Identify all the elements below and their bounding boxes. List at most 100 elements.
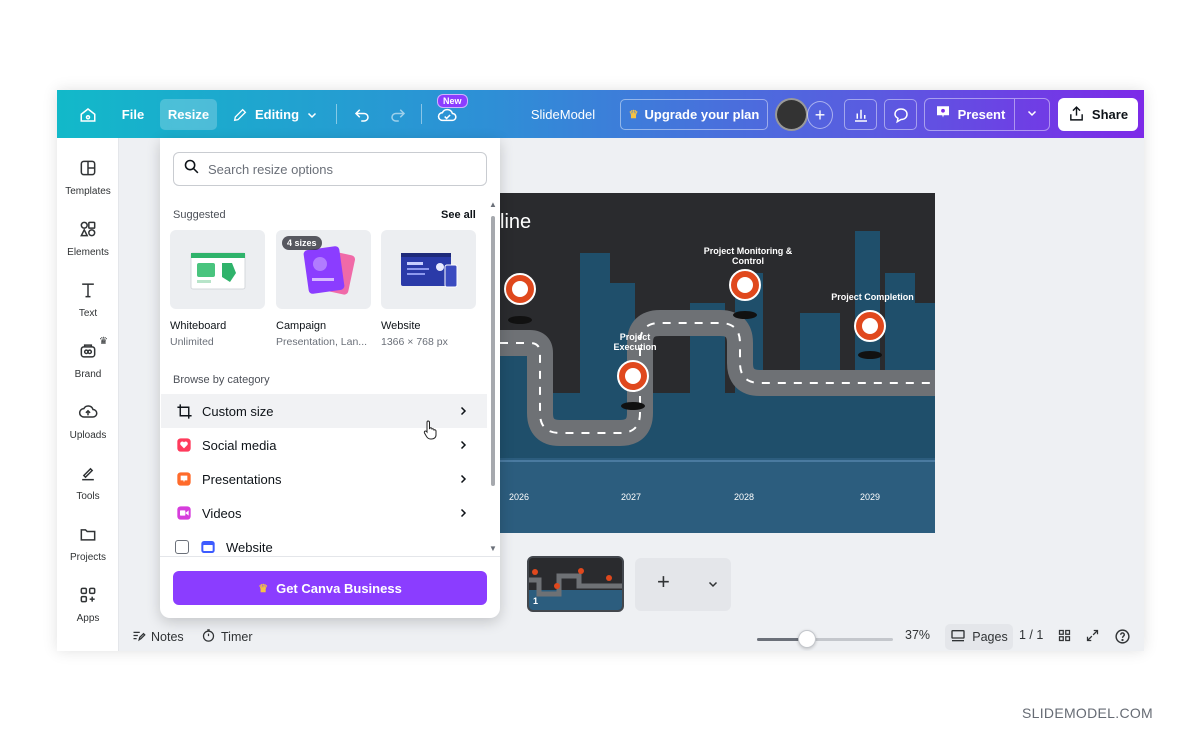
slide-title: line xyxy=(500,211,532,233)
home-button[interactable] xyxy=(74,99,102,130)
sidebar-item-projects[interactable]: Projects xyxy=(57,524,119,563)
bottom-toolbar: Notes Timer 37% Pages 1 / 1 xyxy=(119,620,1144,651)
sidebar-item-brand[interactable]: ♛ Brand xyxy=(57,336,119,380)
card-thumbnail xyxy=(381,230,476,309)
chevron-down-icon[interactable] xyxy=(707,577,719,595)
editing-mode-button[interactable]: Editing xyxy=(227,99,323,130)
scroll-down-icon[interactable]: ▼ xyxy=(489,544,497,553)
milestone-label: Project Monitoring & Control xyxy=(703,246,793,266)
notes-icon xyxy=(131,628,146,646)
share-upload-icon xyxy=(1068,105,1085,125)
grid-view-button[interactable] xyxy=(1057,628,1072,646)
scroll-thumb[interactable] xyxy=(491,216,495,486)
resize-button[interactable]: Resize xyxy=(160,99,217,130)
redo-button[interactable] xyxy=(385,99,411,130)
undo-button[interactable] xyxy=(349,99,375,130)
pages-button[interactable]: Pages xyxy=(945,624,1013,650)
plus-icon: + xyxy=(657,569,670,594)
category-videos[interactable]: Videos xyxy=(161,496,487,530)
present-label: Present xyxy=(957,107,1006,122)
editing-label: Editing xyxy=(254,107,300,122)
page-counter: 1 / 1 xyxy=(1019,628,1044,642)
zoom-slider[interactable] xyxy=(757,638,893,641)
card-subtitle: 1366 × 768 px xyxy=(381,336,448,348)
fullscreen-button[interactable] xyxy=(1085,628,1100,646)
crown-icon: ♛ xyxy=(258,582,269,595)
redo-icon xyxy=(389,106,407,124)
present-options-dropdown[interactable] xyxy=(1015,99,1049,130)
page-number: 1 xyxy=(533,596,539,606)
year-label: 2026 xyxy=(509,492,530,502)
notes-button[interactable]: Notes xyxy=(131,628,184,646)
see-all-link[interactable]: See all xyxy=(441,209,476,221)
help-button[interactable] xyxy=(1114,628,1131,648)
search-input[interactable] xyxy=(208,161,468,177)
uploads-icon xyxy=(78,402,98,425)
checkbox[interactable] xyxy=(175,540,189,554)
suggested-card-whiteboard[interactable]: Whiteboard Unlimited xyxy=(170,230,265,348)
slide-canvas[interactable]: line Project Monitoring & Control Projec… xyxy=(500,193,935,533)
comment-icon xyxy=(892,106,910,124)
watermark-text: SLIDEMODEL.COM xyxy=(1022,705,1153,721)
card-subtitle: Presentation, Lan... xyxy=(276,336,368,348)
section-title: Browse by category xyxy=(173,374,270,386)
add-collaborator-button[interactable]: + xyxy=(807,101,833,129)
pages-label: Pages xyxy=(972,630,1008,644)
custom-size-icon xyxy=(175,402,193,420)
avatar[interactable] xyxy=(775,98,808,131)
sidebar-item-label: Apps xyxy=(76,613,100,624)
toolbar-divider xyxy=(421,104,422,124)
scroll-up-icon[interactable]: ▲ xyxy=(489,200,497,209)
sidebar-item-apps[interactable]: Apps xyxy=(57,585,119,624)
upgrade-plan-button[interactable]: ♛ Upgrade your plan xyxy=(620,99,768,130)
category-label: Social media xyxy=(202,437,277,453)
page-thumbnail[interactable]: 1 xyxy=(527,556,624,612)
apps-icon xyxy=(78,585,98,608)
section-title: Suggested xyxy=(173,209,226,221)
sidebar-item-elements[interactable]: Elements xyxy=(57,219,119,258)
card-thumbnail xyxy=(170,230,265,309)
resize-search[interactable] xyxy=(173,152,487,186)
pencil-icon xyxy=(232,107,248,123)
milestone-label: Project Execution xyxy=(613,332,657,352)
zoom-percentage[interactable]: 37% xyxy=(905,628,930,642)
cloud-check-icon xyxy=(437,106,457,124)
canva-editor-window: File Resize Editing New SlideModel ♛ Upg… xyxy=(57,90,1144,651)
sidebar-item-uploads[interactable]: Uploads xyxy=(57,402,119,441)
crown-icon: ♛ xyxy=(628,109,639,121)
sidebar-item-label: Templates xyxy=(65,186,111,197)
bar-chart-icon xyxy=(852,106,870,124)
get-canva-business-button[interactable]: ♛ Get Canva Business xyxy=(173,571,487,605)
sidebar-item-tools[interactable]: Tools xyxy=(57,463,119,502)
card-subtitle: Unlimited xyxy=(170,336,214,348)
sidebar-item-label: Uploads xyxy=(69,430,107,441)
divider xyxy=(160,556,500,557)
panel-scrollbar[interactable]: ▲ ▼ xyxy=(489,200,497,554)
category-website[interactable]: Website xyxy=(161,530,487,564)
file-menu-button[interactable]: File xyxy=(113,99,153,130)
cta-label: Get Canva Business xyxy=(276,580,402,596)
category-presentations[interactable]: Presentations xyxy=(161,462,487,496)
card-thumbnail: 4 sizes xyxy=(276,230,371,309)
sidebar-item-text[interactable]: Text xyxy=(57,280,119,319)
suggested-card-website[interactable]: Website 1366 × 768 px xyxy=(381,230,476,348)
year-label: 2027 xyxy=(621,492,642,502)
present-button[interactable]: Present xyxy=(925,99,1015,130)
share-button[interactable]: Share xyxy=(1058,98,1138,131)
suggested-card-campaign[interactable]: 4 sizes Campaign Presentation, Lan... xyxy=(276,230,371,348)
sizes-badge: 4 sizes xyxy=(282,236,322,250)
add-page-button[interactable]: + xyxy=(635,558,731,611)
card-title: Website xyxy=(381,320,421,332)
sidebar-item-templates[interactable]: Templates xyxy=(57,158,119,197)
comments-button[interactable] xyxy=(884,99,917,130)
zoom-slider-handle[interactable] xyxy=(798,630,817,648)
templates-icon xyxy=(78,158,98,181)
presenter-icon xyxy=(934,104,952,125)
chevron-down-icon xyxy=(306,109,318,121)
document-title[interactable]: SlideModel xyxy=(523,99,603,130)
resize-dropdown-panel: Suggested See all Whiteboard Unlimited 4… xyxy=(160,138,500,618)
category-label: Custom size xyxy=(202,403,274,419)
timer-button[interactable]: Timer xyxy=(201,628,252,646)
insights-button[interactable] xyxy=(844,99,877,130)
text-icon xyxy=(78,280,98,303)
